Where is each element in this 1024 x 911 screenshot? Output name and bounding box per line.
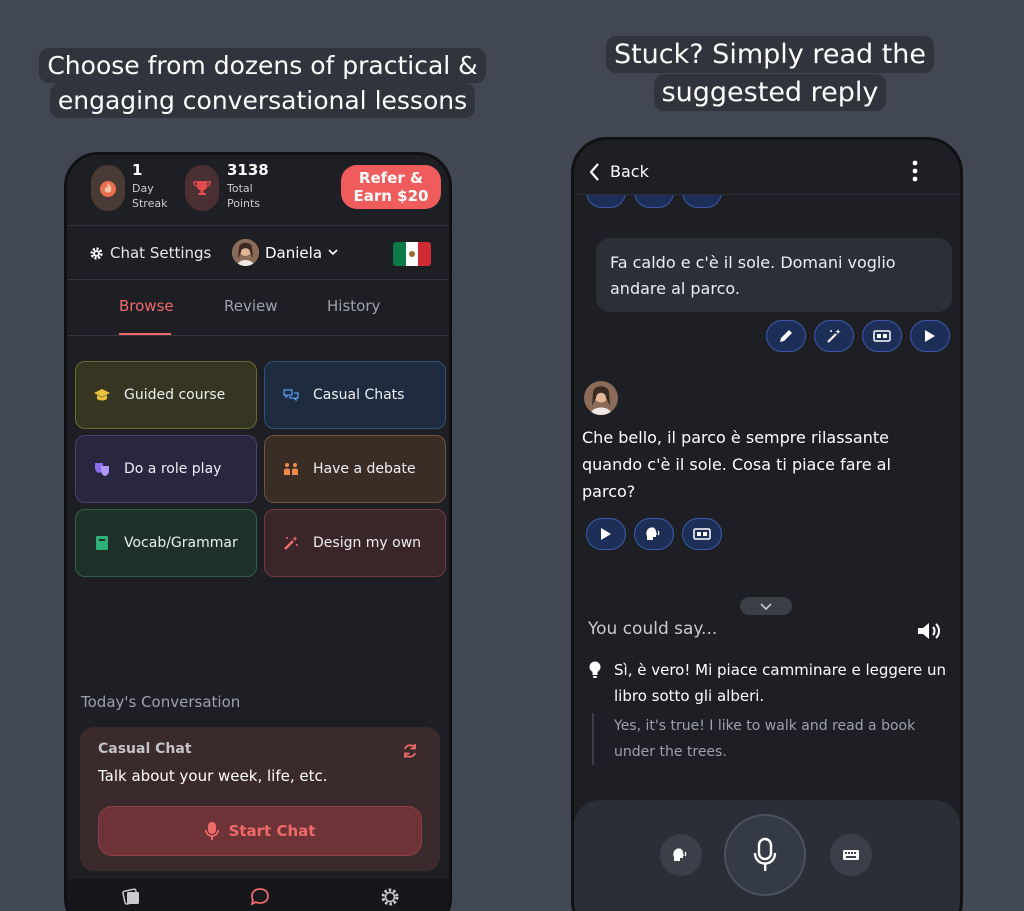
mexico-flag-icon[interactable] [393,242,431,266]
keyboard-icon [842,849,860,861]
speaking-head-icon [672,847,690,863]
you-could-say-label: You could say... [588,619,718,639]
chat-settings-button[interactable]: Chat Settings [89,244,211,262]
translate-icon [873,330,891,342]
streak-label: Day Streak [132,182,168,210]
translate-icon [693,528,711,540]
casual-chats-card[interactable]: Casual Chats [264,361,446,429]
play-audio-button[interactable] [586,518,626,550]
tab-review[interactable]: Review [224,297,278,315]
book-icon [94,535,110,551]
improve-button[interactable] [814,320,854,352]
right-phone: Back Fa caldo e c'è il sole. Domani vogl… [571,137,963,911]
sheet-handle[interactable] [740,597,792,615]
guided-course-card[interactable]: Guided course [75,361,257,429]
chat-bubbles-icon [283,387,299,403]
settings-row: Chat Settings Daniela [67,235,449,277]
suggested-reply-translation: Yes, it's true! I like to walk and read … [592,713,942,765]
settings-nav-icon[interactable] [380,887,400,911]
points-label: Total Points [227,182,261,210]
more-options-icon[interactable] [912,160,918,182]
stats-header: 1 Day Streak 3138 Total Points Refer & Earn… [67,155,449,225]
debate-card[interactable]: Have a debate [264,435,446,503]
pencil-icon [778,328,794,344]
tutor-selector[interactable]: Daniela [232,239,338,266]
start-chat-label: Start Chat [228,822,316,840]
gear-icon [89,246,104,261]
card-label: Vocab/Grammar [124,535,238,551]
magic-wand-icon [826,328,842,344]
start-chat-button[interactable]: Start Chat [98,806,422,856]
magic-wand-icon [283,535,299,551]
play-audio-button[interactable] [910,320,950,352]
streak-value: 1 [132,161,143,179]
card-label: Design my own [313,535,422,551]
suggested-reply: Sì, è vero! Mi piace camminare e leggere… [614,661,946,705]
right-caption: Stuck? Simply read the suggested reply [580,36,960,112]
trophy-icon [185,165,219,211]
input-bar [574,800,960,911]
left-caption: Choose from dozens of practical & engagi… [30,48,495,118]
role-play-card[interactable]: Do a role play [75,435,257,503]
card-label: Do a role play [124,461,222,477]
card-label: Casual Chats [313,387,405,403]
points-value: 3138 [227,161,269,179]
refresh-icon[interactable] [402,743,418,763]
conversation-subtitle: Talk about your week, life, etc. [98,767,328,785]
bottom-nav [67,879,449,911]
user-message-bubble: Fa caldo e c'è il sole. Domani voglio an… [596,238,952,312]
card-label: Guided course [124,387,226,403]
chat-settings-label: Chat Settings [110,244,212,262]
microphone-icon [752,837,778,873]
graduation-cap-icon [94,387,110,403]
chevron-left-icon [590,162,600,181]
translate-button[interactable] [682,518,722,550]
refer-earn-button[interactable]: Refer & Earn $20 [341,165,441,209]
tab-browse[interactable]: Browse [119,297,174,315]
tutor-avatar [232,239,259,266]
lightbulb-icon [588,661,602,683]
edit-button[interactable] [766,320,806,352]
keyboard-button[interactable] [830,834,872,876]
divider [67,335,449,336]
ai-message-text: Che bello, il parco è sempre rilassante … [582,428,891,501]
divider [67,279,449,280]
tutor-avatar [584,381,618,415]
tutor-name: Daniela [265,243,323,262]
flame-icon [91,165,125,211]
speaking-head-icon [645,526,663,542]
card-label: Have a debate [313,461,416,477]
conversation-title: Casual Chat [98,741,192,757]
tab-history[interactable]: History [327,297,380,315]
slow-audio-button[interactable] [634,518,674,550]
play-icon [600,527,612,541]
play-icon [924,329,936,343]
chevron-down-icon [760,602,772,610]
microphone-icon [204,821,219,841]
tab-bar: Browse Review History [67,285,449,335]
record-button[interactable] [724,814,806,896]
theater-masks-icon [94,461,110,477]
chat-nav-icon[interactable] [250,887,270,911]
speaker-icon[interactable] [916,621,944,645]
left-phone: 1 Day Streak 3138 Total Points Refer & Earn… [64,152,452,911]
translate-button[interactable] [862,320,902,352]
todays-conversation-card: Casual Chat Talk about your week, life, … [80,727,440,871]
cards-nav-icon[interactable] [121,888,141,910]
hint-button[interactable] [660,834,702,876]
design-own-card[interactable]: Design my own [264,509,446,577]
back-button[interactable]: Back [590,162,649,181]
people-debate-icon [283,461,299,477]
back-label: Back [610,162,649,181]
todays-conversation-label: Today's Conversation [81,693,241,711]
chevron-down-icon [328,249,338,256]
chat-top-bar: Back [574,140,960,195]
vocab-grammar-card[interactable]: Vocab/Grammar [75,509,257,577]
divider [67,225,449,226]
